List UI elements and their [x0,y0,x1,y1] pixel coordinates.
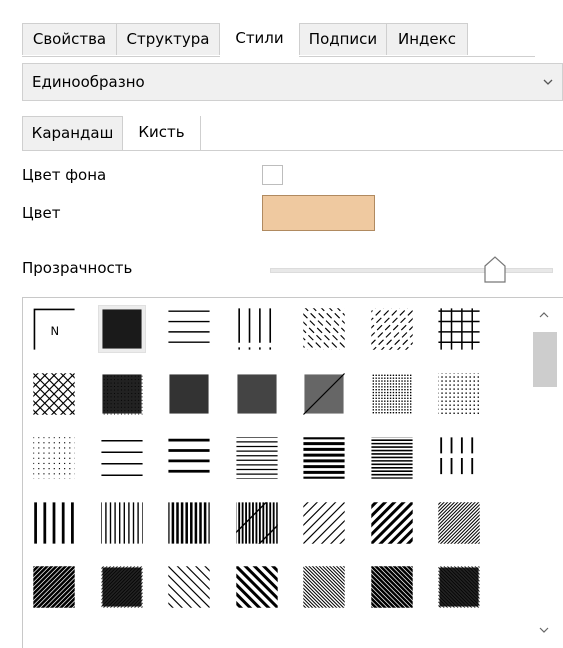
tab-styles[interactable]: Стили [220,23,299,57]
horizontal-wide-pattern[interactable] [166,306,212,352]
dots-60-pattern[interactable] [301,371,347,417]
horizontal-wide-pattern-icon [168,310,210,343]
dots-90-pattern-icon [101,373,143,415]
dots-60-pattern-icon [303,372,345,415]
transparency-slider-track[interactable] [270,268,553,273]
fill-mode-value: Единообразно [32,73,145,91]
slash-dense-pattern[interactable] [436,500,482,546]
tab-structure[interactable]: Структура [116,23,220,55]
dots-70-pattern[interactable] [234,371,280,417]
slash-dashed-pattern[interactable] [369,306,415,352]
dots-90-pattern[interactable] [99,371,145,417]
horizontal-heavy-pattern-icon [303,437,345,479]
horizontal-thin-pattern-icon [100,440,143,476]
vertical-wide-pattern-icon [34,501,74,544]
backslash-bold-pattern-icon [235,566,278,608]
slash-heavy-pattern-icon [33,566,75,608]
dots-70-pattern-icon [236,373,277,414]
backslash-heavy-pattern-icon [370,566,413,608]
transparency-slider-thumb[interactable] [483,256,507,284]
tab-captions[interactable]: Подписи [299,23,387,55]
dots-30-pattern[interactable] [369,371,415,417]
backslash-dense-pattern[interactable] [301,564,347,610]
vertical-irregular-pattern[interactable] [234,306,280,352]
dots-30-pattern-icon [372,374,411,413]
tab-pencil[interactable]: Карандаш [22,116,123,150]
backslash-heavy-pattern[interactable] [369,564,415,610]
diagonal-cross-pattern-icon [33,372,75,415]
vertical-dense-pattern[interactable] [166,500,212,546]
slash-dashed-pattern-icon [370,308,413,350]
color-swatch[interactable] [262,195,375,231]
backslash-dashed-pattern[interactable] [301,306,347,352]
none-pattern[interactable]: N [31,306,77,352]
solid-pattern[interactable] [97,305,146,353]
grid-pattern[interactable] [436,306,482,352]
backslash-bold-pattern[interactable] [234,564,280,610]
grid-pattern-icon [438,308,480,350]
dots-20-pattern-icon [438,372,479,414]
horizontal-thin-pattern[interactable] [99,435,145,481]
horizontal-dense-pattern-icon [235,437,278,479]
tab-index[interactable]: Индекс [386,23,468,55]
dots-80-pattern[interactable] [166,371,212,417]
tab-brush[interactable]: Кисть [123,116,201,150]
slash-thin-pattern[interactable] [301,500,347,546]
vertical-dashed-pattern-icon [440,437,474,479]
dots-10-pattern-icon [33,437,75,479]
vertical-thin-pattern[interactable] [99,500,145,546]
vertical-dense-pattern-icon [168,501,210,544]
pattern-grid: N [22,297,563,648]
slash-dense-pattern-icon [438,501,480,544]
slash-solid-pattern-icon [100,566,143,608]
horizontal-very-dense-pattern-icon [370,437,413,479]
vertical-irregular-pattern-icon [237,308,271,350]
none-pattern-icon: N [33,308,75,350]
solid-pattern-icon [101,309,142,349]
backslash-solid-pattern-icon [438,566,480,608]
background-color-label: Цвет фона [22,166,107,184]
brush-tab-strip: Карандаш Кисть [22,116,563,151]
horizontal-medium-pattern[interactable] [166,435,212,481]
fill-mode-select[interactable]: Единообразно [22,63,563,101]
backslash-dashed-pattern-icon [303,308,345,350]
scroll-up-arrow-icon[interactable] [537,308,551,322]
dots-20-pattern[interactable] [436,371,482,417]
scroll-down-arrow-icon[interactable] [537,623,551,637]
scrollbar-thumb[interactable] [533,332,557,387]
slash-solid-pattern[interactable] [99,564,145,610]
horizontal-heavy-pattern[interactable] [301,435,347,481]
slash-heavy-pattern[interactable] [31,564,77,610]
backslash-dense-pattern-icon [303,566,345,608]
vertical-thin-pattern-icon [100,501,143,544]
backslash-thin-pattern[interactable] [166,564,212,610]
vertical-wide-pattern[interactable] [31,500,77,546]
slash-bold-pattern[interactable] [369,500,415,546]
slash-bold-pattern-icon [370,501,413,544]
tab-properties[interactable]: Свойства [22,23,117,55]
svg-text:N: N [51,324,60,338]
backslash-thin-pattern-icon [168,566,210,608]
top-tab-strip: Свойства Структура Стили Подписи Индекс [22,23,535,57]
transparency-label: Прозрачность [22,259,133,277]
slash-thin-pattern-icon [303,501,345,544]
diagonal-cross-pattern[interactable] [31,371,77,417]
horizontal-very-dense-pattern[interactable] [369,435,415,481]
backslash-solid-pattern[interactable] [436,564,482,610]
color-label: Цвет [22,204,61,222]
vertical-bold-pattern[interactable] [234,500,280,546]
horizontal-dense-pattern[interactable] [234,435,280,481]
dots-10-pattern[interactable] [31,435,77,481]
chevron-down-icon [543,79,553,85]
background-color-checkbox[interactable] [262,165,283,185]
horizontal-medium-pattern-icon [168,438,210,473]
dots-80-pattern-icon [169,373,209,414]
vertical-bold-pattern-icon [235,501,278,544]
vertical-dashed-pattern[interactable] [436,435,482,481]
